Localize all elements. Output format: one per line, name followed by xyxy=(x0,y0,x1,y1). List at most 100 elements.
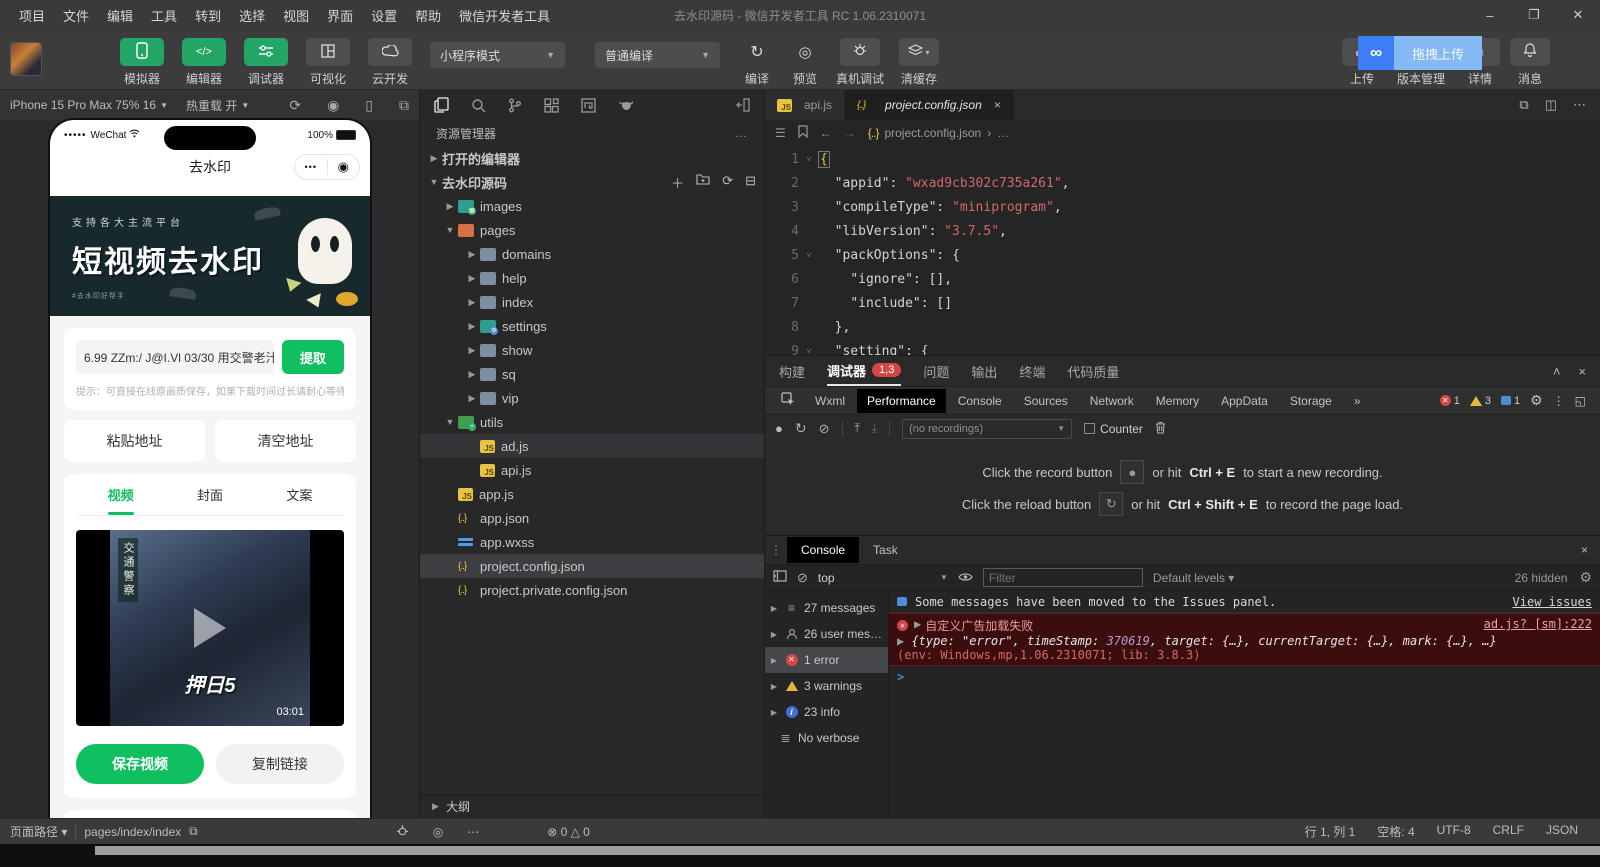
inspect-icon[interactable] xyxy=(773,392,803,409)
warning-count[interactable]: 3 xyxy=(1470,395,1491,407)
collapse-sidebar-icon[interactable] xyxy=(736,98,750,112)
tab-project-config-json[interactable]: {..} project.config.json × xyxy=(845,90,1014,120)
video-url-input[interactable]: 6.99 ZZm:/ J@I.Vl 03/30 用交警老汁 xyxy=(76,340,274,374)
npm-icon[interactable] xyxy=(581,98,596,113)
extensions-icon[interactable] xyxy=(544,98,559,113)
tree-file-project-private-config[interactable]: {..}project.private.config.json xyxy=(420,578,764,602)
tab-appdata[interactable]: AppData xyxy=(1211,389,1278,413)
copy-path-icon[interactable]: ⧉ xyxy=(189,824,198,839)
tab-output[interactable]: 输出 xyxy=(971,356,997,386)
debugger-toggle-button[interactable]: 调试器 xyxy=(242,38,290,87)
outline-section[interactable]: ▶ 大纲 xyxy=(420,794,764,818)
tab-memory[interactable]: Memory xyxy=(1146,389,1209,413)
cloud-dev-button[interactable]: 云开发 xyxy=(366,38,414,87)
close-tab-icon[interactable]: × xyxy=(994,98,1001,112)
tab-caption[interactable]: 文案 xyxy=(255,485,344,504)
sim-record-icon[interactable]: ◉ xyxy=(327,97,339,114)
tab-task[interactable]: Task xyxy=(859,537,912,563)
tab-console-bottom[interactable]: Console xyxy=(787,537,859,563)
message-button[interactable]: 消息 xyxy=(1508,38,1552,87)
tree-file-api-js[interactable]: JSapi.js xyxy=(420,458,764,482)
close-button[interactable]: ✕ xyxy=(1556,0,1600,30)
outline-list-icon[interactable]: ☰ xyxy=(775,126,786,140)
nav-forward-icon[interactable]: → xyxy=(844,126,856,140)
statusbar-bug-icon[interactable] xyxy=(396,824,409,840)
device-select[interactable]: iPhone 15 Pro Max 75% 16▼ xyxy=(10,98,168,112)
tab-storage[interactable]: Storage xyxy=(1280,389,1342,413)
panel-close-icon[interactable]: × xyxy=(1578,364,1586,379)
breadcrumb-more[interactable]: … xyxy=(997,126,1009,140)
console-close-icon[interactable]: × xyxy=(1581,543,1600,557)
tree-folder-sq[interactable]: ▶sq xyxy=(420,362,764,386)
more-menu-button[interactable]: ••• xyxy=(295,162,327,172)
menu-tools[interactable]: 工具 xyxy=(142,6,186,25)
panel-collapse-icon[interactable]: ˄ xyxy=(1553,364,1561,379)
nav-back-icon[interactable]: ← xyxy=(820,126,832,140)
tree-folder-vip[interactable]: ▶vip xyxy=(420,386,764,410)
tab-network[interactable]: Network xyxy=(1080,389,1144,413)
devtools-dock-icon[interactable]: ◱ xyxy=(1575,394,1586,408)
menu-project[interactable]: 项目 xyxy=(10,6,54,25)
tab-build[interactable]: 构建 xyxy=(779,356,805,386)
menu-interface[interactable]: 界面 xyxy=(318,6,362,25)
sidebar-info[interactable]: ▶i23 info xyxy=(765,699,888,725)
menu-view[interactable]: 视图 xyxy=(274,6,318,25)
mode-select[interactable]: 小程序模式▼ xyxy=(430,42,565,68)
menu-devtools[interactable]: 微信开发者工具 xyxy=(450,6,559,25)
compile-mode-select[interactable]: 普通编译▼ xyxy=(595,42,720,68)
menu-edit[interactable]: 编辑 xyxy=(98,6,142,25)
tab-wxml[interactable]: Wxml xyxy=(805,389,855,413)
page-path-select[interactable]: 页面路径 ▾ xyxy=(10,823,67,840)
tab-console[interactable]: Console xyxy=(948,389,1012,413)
language-mode[interactable]: JSON xyxy=(1546,823,1578,840)
tab-problems[interactable]: 问题 xyxy=(923,356,949,386)
eol-setting[interactable]: CRLF xyxy=(1493,823,1524,840)
editor-more-icon[interactable]: ⋯ xyxy=(1573,97,1586,113)
tab-sources[interactable]: Sources xyxy=(1014,389,1078,413)
split-editor-icon[interactable]: ⧉ xyxy=(1519,97,1528,113)
message-count[interactable]: 1 xyxy=(1501,395,1520,407)
reload-record-icon[interactable]: ↻ xyxy=(795,420,807,437)
sidebar-errors[interactable]: ▶✕1 error xyxy=(765,647,888,673)
tree-file-project-config[interactable]: {..}project.config.json xyxy=(420,554,764,578)
tree-folder-index[interactable]: ▶index xyxy=(420,290,764,314)
record-icon[interactable]: ● xyxy=(775,421,783,436)
counter-checkbox[interactable]: Counter xyxy=(1084,422,1143,436)
context-select[interactable]: top▼ xyxy=(818,571,948,585)
cursor-position[interactable]: 行 1, 列 1 xyxy=(1305,823,1356,840)
menu-file[interactable]: 文件 xyxy=(54,6,98,25)
tree-file-app-wxss[interactable]: app.wxss xyxy=(420,530,764,554)
sim-refresh-icon[interactable]: ⟳ xyxy=(289,97,301,114)
breadcrumb-file[interactable]: project.config.json xyxy=(884,126,981,140)
sidebar-warnings[interactable]: ▶3 warnings xyxy=(765,673,888,699)
new-file-icon[interactable]: ＋ xyxy=(671,173,684,192)
save-video-button[interactable]: 保存视频 xyxy=(76,744,204,784)
paste-address-button[interactable]: 粘贴地址 xyxy=(64,420,205,462)
editor-toggle-button[interactable]: </> 编辑器 xyxy=(180,38,228,87)
sidebar-verbose[interactable]: ≣No verbose xyxy=(765,725,888,751)
refresh-tree-icon[interactable]: ⟳ xyxy=(722,173,733,192)
device-debug-button[interactable]: 真机调试 xyxy=(831,38,889,87)
play-icon[interactable] xyxy=(194,608,226,648)
console-prompt[interactable]: > xyxy=(889,666,1600,688)
tabs-overflow-icon[interactable]: » xyxy=(1344,389,1371,413)
simulator-toggle-button[interactable]: 模拟器 xyxy=(118,38,166,87)
sim-device-frame-icon[interactable]: ▯ xyxy=(365,97,373,114)
menu-goto[interactable]: 转到 xyxy=(186,6,230,25)
tree-folder-pages[interactable]: ▼pages xyxy=(420,218,764,242)
menu-settings[interactable]: 设置 xyxy=(362,6,406,25)
tab-cover[interactable]: 封面 xyxy=(165,485,254,504)
devtools-more-icon[interactable]: ⋮ xyxy=(1553,394,1565,408)
console-clear-icon[interactable]: ⊘ xyxy=(797,570,808,586)
indent-setting[interactable]: 空格: 4 xyxy=(1377,823,1414,840)
error-message[interactable]: 自定义广告加载失败 xyxy=(925,617,1033,634)
default-levels-select[interactable]: Default levels ▾ xyxy=(1153,571,1234,585)
open-editors-row[interactable]: ▶打开的编辑器 xyxy=(420,146,764,170)
recordings-select[interactable]: (no recordings)▼ xyxy=(902,419,1072,439)
tree-folder-show[interactable]: ▶show xyxy=(420,338,764,362)
tree-folder-settings[interactable]: ▶⚙settings xyxy=(420,314,764,338)
layout-columns-icon[interactable]: ◫ xyxy=(1545,97,1557,113)
tree-folder-help[interactable]: ▶help xyxy=(420,266,764,290)
project-root-row[interactable]: ▼去水印源码 ＋ ⟳ ⊟ xyxy=(420,170,764,194)
preview-button[interactable]: ◎ 预览 xyxy=(783,38,827,87)
